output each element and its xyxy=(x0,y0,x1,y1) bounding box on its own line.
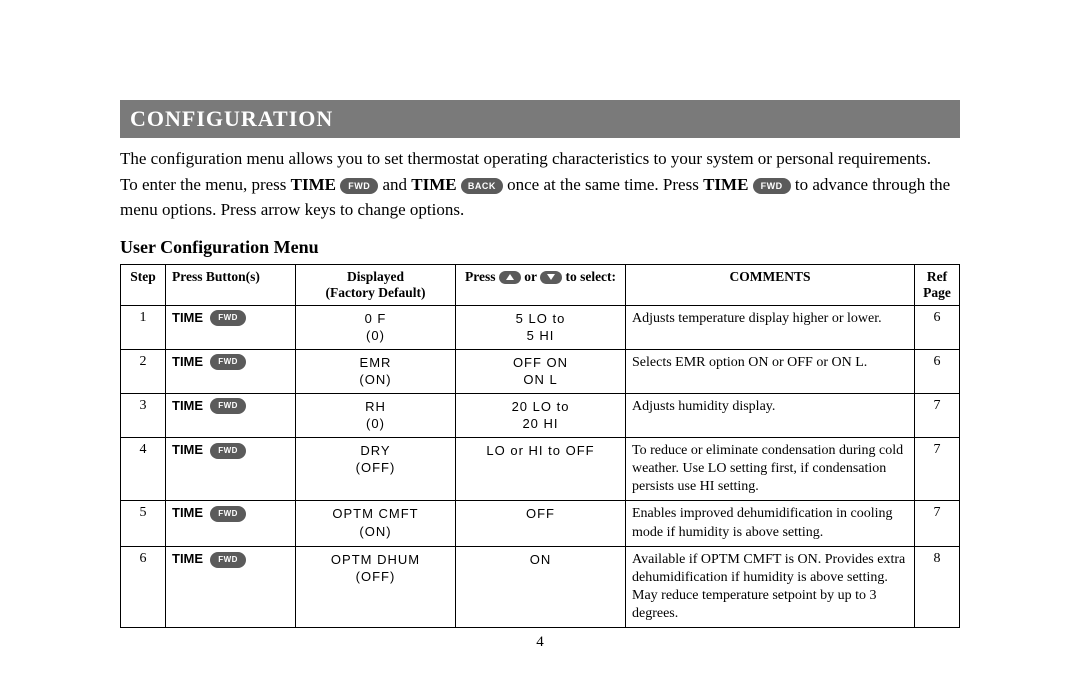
cell-comments: To reduce or eliminate condensation duri… xyxy=(626,437,915,501)
table-title: User Configuration Menu xyxy=(120,237,960,258)
back-icon: BACK xyxy=(461,178,503,194)
table-row: 1TIME FWD0 F(0)5 LO to5 HIAdjusts temper… xyxy=(121,305,960,349)
fwd-icon: FWD xyxy=(210,552,246,568)
col-select-a: Press xyxy=(465,269,499,284)
col-step: Step xyxy=(121,264,166,305)
time-label: TIME xyxy=(172,398,203,413)
cell-step: 6 xyxy=(121,546,166,628)
fwd-icon: FWD xyxy=(210,506,246,522)
time-label: TIME xyxy=(172,310,203,325)
cell-comments: Available if OPTM CMFT is ON. Provides e… xyxy=(626,546,915,628)
arrow-down-icon xyxy=(540,271,562,284)
cell-select: ON xyxy=(456,546,626,628)
table-row: 2TIME FWDEMR(ON)OFF ONON LSelects EMR op… xyxy=(121,349,960,393)
cell-select: LO or HI to OFF xyxy=(456,437,626,501)
intro-p2b: and xyxy=(383,175,412,194)
time-label: TIME xyxy=(172,505,203,520)
table-row: 6TIME FWDOPTM DHUM(OFF)ONAvailable if OP… xyxy=(121,546,960,628)
cell-displayed: OPTM CMFT(ON) xyxy=(296,501,456,546)
cell-buttons: TIME FWD xyxy=(166,305,296,349)
cell-displayed: 0 F(0) xyxy=(296,305,456,349)
col-displayed-l1: Displayed xyxy=(347,269,404,284)
time-label: TIME xyxy=(172,442,203,457)
cell-step: 2 xyxy=(121,349,166,393)
cell-buttons: TIME FWD xyxy=(166,437,296,501)
cell-ref: 7 xyxy=(915,393,960,437)
cell-select: OFF xyxy=(456,501,626,546)
cell-ref: 8 xyxy=(915,546,960,628)
cell-comments: Selects EMR option ON or OFF or ON L. xyxy=(626,349,915,393)
fwd-icon: FWD xyxy=(210,310,246,326)
cell-step: 3 xyxy=(121,393,166,437)
table-row: 3TIME FWDRH(0)20 LO to20 HIAdjusts humid… xyxy=(121,393,960,437)
col-comments: COMMENTS xyxy=(626,264,915,305)
col-buttons: Press Button(s) xyxy=(166,264,296,305)
cell-comments: Adjusts humidity display. xyxy=(626,393,915,437)
cell-displayed: OPTM DHUM(OFF) xyxy=(296,546,456,628)
cell-select: 5 LO to5 HI xyxy=(456,305,626,349)
cell-ref: 7 xyxy=(915,437,960,501)
cell-displayed: RH(0) xyxy=(296,393,456,437)
col-select: Press or to select: xyxy=(456,264,626,305)
arrow-up-icon xyxy=(499,271,521,284)
page-number: 4 xyxy=(120,634,960,651)
cell-select: OFF ONON L xyxy=(456,349,626,393)
col-select-b: or xyxy=(524,269,540,284)
section-heading: CONFIGURATION xyxy=(120,100,960,138)
cell-buttons: TIME FWD xyxy=(166,349,296,393)
fwd-icon: FWD xyxy=(210,443,246,459)
intro-time1: TIME xyxy=(291,175,336,194)
cell-buttons: TIME FWD xyxy=(166,546,296,628)
cell-buttons: TIME FWD xyxy=(166,501,296,546)
cell-ref: 6 xyxy=(915,305,960,349)
config-table: Step Press Button(s) Displayed (Factory … xyxy=(120,264,960,629)
intro-time3: TIME xyxy=(703,175,748,194)
cell-buttons: TIME FWD xyxy=(166,393,296,437)
intro-line1: The configuration menu allows you to set… xyxy=(120,149,931,168)
cell-step: 1 xyxy=(121,305,166,349)
cell-comments: Adjusts temperature display higher or lo… xyxy=(626,305,915,349)
time-label: TIME xyxy=(172,551,203,566)
col-ref-l1: Ref xyxy=(927,269,947,284)
intro-p2c: once at the same time. Press xyxy=(507,175,703,194)
table-row: 5TIME FWDOPTM CMFT(ON)OFFEnables improve… xyxy=(121,501,960,546)
intro-text: The configuration menu allows you to set… xyxy=(120,146,960,223)
cell-step: 4 xyxy=(121,437,166,501)
cell-step: 5 xyxy=(121,501,166,546)
table-row: 4TIME FWDDRY(OFF)LO or HI to OFFTo reduc… xyxy=(121,437,960,501)
col-displayed: Displayed (Factory Default) xyxy=(296,264,456,305)
col-ref: Ref Page xyxy=(915,264,960,305)
fwd-icon: FWD xyxy=(210,354,246,370)
time-label: TIME xyxy=(172,354,203,369)
col-ref-l2: Page xyxy=(923,285,951,300)
cell-displayed: DRY(OFF) xyxy=(296,437,456,501)
fwd-icon: FWD xyxy=(340,178,378,194)
col-select-c: to select: xyxy=(565,269,616,284)
fwd-icon: FWD xyxy=(210,398,246,414)
cell-comments: Enables improved dehumidification in coo… xyxy=(626,501,915,546)
intro-p2a: To enter the menu, press xyxy=(120,175,291,194)
cell-ref: 7 xyxy=(915,501,960,546)
cell-ref: 6 xyxy=(915,349,960,393)
cell-select: 20 LO to20 HI xyxy=(456,393,626,437)
fwd-icon: FWD xyxy=(753,178,791,194)
col-displayed-l2: (Factory Default) xyxy=(325,285,425,300)
cell-displayed: EMR(ON) xyxy=(296,349,456,393)
table-header-row: Step Press Button(s) Displayed (Factory … xyxy=(121,264,960,305)
intro-time2: TIME xyxy=(411,175,456,194)
